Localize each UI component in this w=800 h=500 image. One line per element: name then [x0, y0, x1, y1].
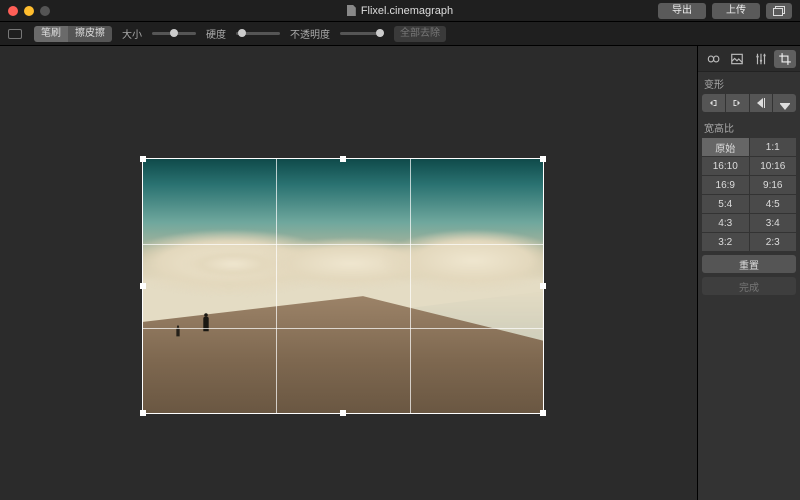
cinemagraph-image: [143, 159, 543, 413]
flip-h-icon: [757, 98, 763, 108]
inspector-tabs: [698, 46, 800, 72]
brush-eraser-segment: 笔刷 擦皮擦: [34, 26, 112, 42]
rotate-left-button[interactable]: [702, 94, 725, 112]
document-title: Flixel.cinemagraph: [0, 5, 800, 17]
inspector-panel: 变形 宽高比 原始 1:1 16:10 10:16 16:9 9:16 5:4 …: [697, 46, 800, 500]
canvas-area[interactable]: [0, 46, 697, 500]
flip-vertical-button[interactable]: [773, 94, 796, 112]
ratio-3-4[interactable]: 3:4: [750, 214, 797, 232]
eraser-button[interactable]: 擦皮擦: [68, 26, 112, 42]
size-slider[interactable]: [152, 32, 196, 35]
ratio-16-9[interactable]: 16:9: [702, 176, 749, 194]
crop-icon: [778, 52, 792, 66]
infinity-icon: [706, 52, 720, 66]
aspect-ratio-grid: 原始 1:1 16:10 10:16 16:9 9:16 5:4 4:5 4:3…: [698, 138, 800, 251]
tab-adjust[interactable]: [750, 50, 772, 68]
ratio-10-16[interactable]: 10:16: [750, 157, 797, 175]
ratio-3-2[interactable]: 3:2: [702, 233, 749, 251]
opacity-label: 不透明度: [290, 26, 330, 41]
reset-button[interactable]: 重置: [702, 255, 796, 273]
toolbar: 笔刷 擦皮擦 大小 硬度 不透明度 全部去除: [0, 22, 800, 46]
image-icon: [730, 52, 744, 66]
crop-handle-nw[interactable]: [140, 156, 146, 162]
ratio-5-4[interactable]: 5:4: [702, 195, 749, 213]
crop-frame[interactable]: [143, 159, 543, 413]
tab-mask[interactable]: [726, 50, 748, 68]
ratio-1-1[interactable]: 1:1: [750, 138, 797, 156]
document-icon: [347, 5, 356, 16]
hardness-slider[interactable]: [236, 32, 280, 35]
ratio-2-3[interactable]: 2:3: [750, 233, 797, 251]
panels-icon: [773, 6, 785, 15]
size-label: 大小: [122, 26, 142, 41]
ratio-4-3[interactable]: 4:3: [702, 214, 749, 232]
tab-loop[interactable]: [702, 50, 724, 68]
crop-handle-sw[interactable]: [140, 410, 146, 416]
grid-line: [410, 159, 411, 413]
flip-v-icon: [780, 104, 790, 110]
crop-handle-ne[interactable]: [540, 156, 546, 162]
titlebar: Flixel.cinemagraph 导出 上传: [0, 0, 800, 22]
clear-all-button[interactable]: 全部去除: [394, 26, 446, 42]
grid-line: [276, 159, 277, 413]
ratio-9-16[interactable]: 9:16: [750, 176, 797, 194]
flip-horizontal-button[interactable]: [750, 94, 773, 112]
rotate-right-icon: [731, 97, 743, 109]
ratio-4-5[interactable]: 4:5: [750, 195, 797, 213]
opacity-slider[interactable]: [340, 32, 384, 35]
done-button: 完成: [702, 277, 796, 295]
crop-handle-w[interactable]: [140, 283, 146, 289]
sliders-icon: [754, 52, 768, 66]
aspect-section-label: 宽高比: [698, 116, 800, 138]
rotate-right-button[interactable]: [726, 94, 749, 112]
grid-line: [143, 328, 543, 329]
crop-handle-s[interactable]: [340, 410, 346, 416]
document-title-text: Flixel.cinemagraph: [361, 5, 453, 17]
camera-icon: [8, 29, 22, 39]
crop-handle-n[interactable]: [340, 156, 346, 162]
grid-line: [143, 244, 543, 245]
rotate-left-icon: [707, 97, 719, 109]
ratio-16-10[interactable]: 16:10: [702, 157, 749, 175]
tab-crop[interactable]: [774, 50, 796, 68]
ratio-original[interactable]: 原始: [702, 138, 749, 156]
crop-handle-se[interactable]: [540, 410, 546, 416]
brush-button[interactable]: 笔刷: [34, 26, 68, 42]
transform-section-label: 变形: [698, 72, 800, 94]
crop-handle-e[interactable]: [540, 283, 546, 289]
hardness-label: 硬度: [206, 26, 226, 41]
